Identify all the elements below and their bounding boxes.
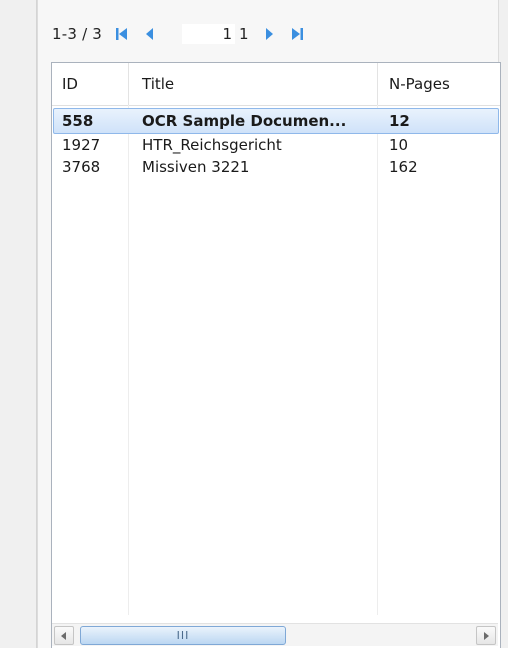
cell-title: HTR_Reichsgericht <box>142 136 282 154</box>
column-divider[interactable] <box>128 63 129 105</box>
scroll-right-button[interactable] <box>476 626 496 645</box>
total-pages-label: 1 <box>239 25 249 43</box>
cell-id: 3768 <box>62 158 101 176</box>
column-gridline <box>128 105 129 615</box>
result-range-label: 1-3 / 3 <box>52 25 103 43</box>
cell-id: 1927 <box>62 136 101 154</box>
documents-table: ID Title N-Pages 558 OCR Sample Documen.… <box>51 62 501 648</box>
cell-n-pages: 10 <box>389 136 409 154</box>
cell-n-pages: 162 <box>389 158 418 176</box>
first-page-icon <box>116 28 128 40</box>
table-row[interactable]: 1927 HTR_Reichsgericht 10 <box>52 134 498 156</box>
previous-page-button[interactable] <box>140 24 160 44</box>
table-header: ID Title N-Pages <box>52 63 500 106</box>
cell-title: Missiven 3221 <box>142 158 250 176</box>
last-page-icon <box>291 28 303 40</box>
column-header-title[interactable]: Title <box>142 63 174 105</box>
scroll-left-icon <box>61 631 66 640</box>
document-list-window: 1-3 / 3 1 ID <box>0 0 508 648</box>
cell-title: OCR Sample Documen... <box>142 112 347 130</box>
column-divider[interactable] <box>377 63 378 105</box>
next-page-icon <box>265 28 273 40</box>
cell-n-pages: 12 <box>389 112 410 130</box>
previous-page-icon <box>146 28 154 40</box>
table-row[interactable]: 3768 Missiven 3221 162 <box>52 156 498 178</box>
current-page-input[interactable] <box>182 24 236 44</box>
cell-id: 558 <box>62 112 94 130</box>
last-page-button[interactable] <box>287 24 307 44</box>
scroll-left-button[interactable] <box>54 626 74 645</box>
table-row[interactable]: 558 OCR Sample Documen... 12 <box>53 108 499 134</box>
scrollbar-thumb[interactable]: III <box>80 626 286 645</box>
column-gridline <box>377 105 378 615</box>
column-header-n-pages[interactable]: N-Pages <box>389 63 450 105</box>
left-side-panel <box>0 0 37 648</box>
paging-toolbar: 1-3 / 3 1 <box>52 22 315 46</box>
first-page-button[interactable] <box>112 24 132 44</box>
column-header-id[interactable]: ID <box>62 63 78 105</box>
scroll-right-icon <box>484 631 489 640</box>
next-page-button[interactable] <box>259 24 279 44</box>
scrollbar-grip: III <box>176 629 190 642</box>
horizontal-scrollbar[interactable]: III <box>52 623 498 646</box>
